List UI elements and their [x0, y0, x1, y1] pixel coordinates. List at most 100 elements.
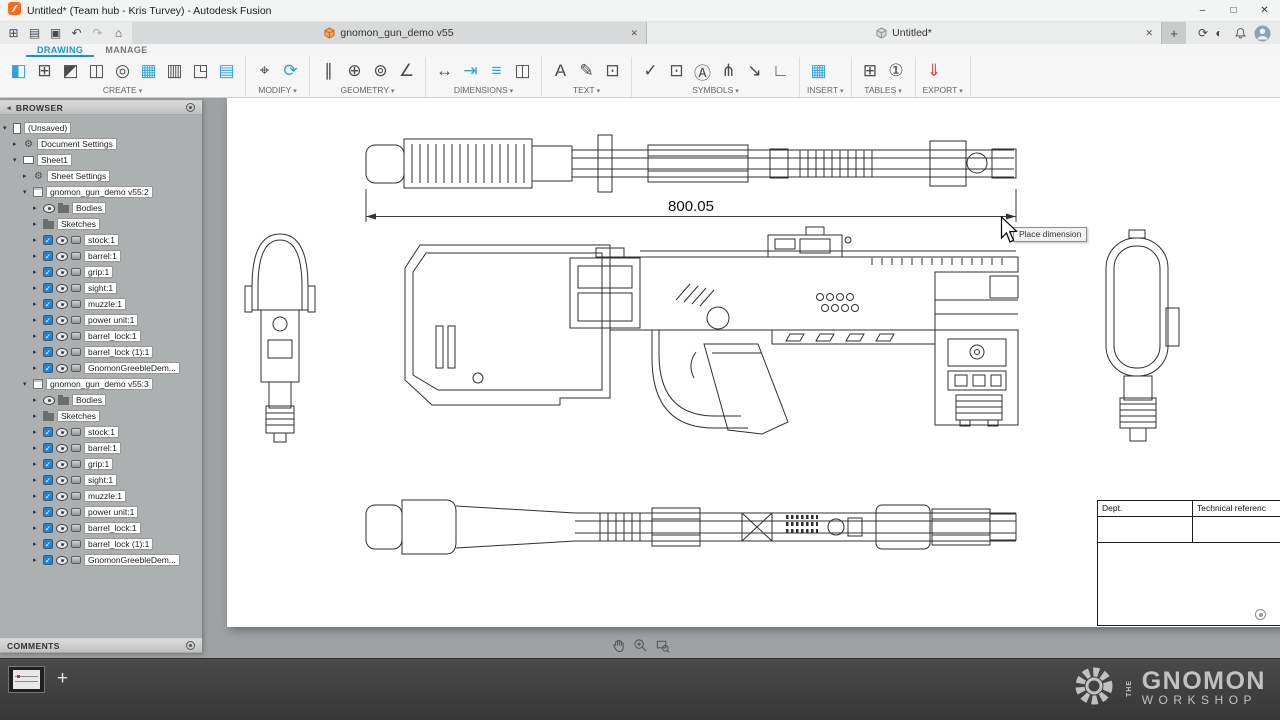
tab-close-icon[interactable]: ✕ — [630, 28, 638, 39]
eye-icon[interactable] — [56, 556, 68, 565]
eye-icon[interactable] — [56, 428, 68, 437]
tree-expand-icon[interactable]: ▸ — [33, 476, 40, 484]
rotate-icon[interactable]: ⟳ — [279, 59, 302, 83]
move-icon[interactable]: ⌖ — [253, 59, 276, 83]
taper-icon[interactable]: ↘ — [743, 59, 766, 83]
notifications-bell-icon[interactable] — [1234, 27, 1247, 40]
tree-item-label[interactable]: Sheet Settings — [47, 170, 110, 182]
balloon-icon[interactable]: ① — [885, 59, 908, 83]
minimize-button[interactable]: – — [1187, 0, 1218, 21]
tree-item[interactable]: ▸✓GnomonGreebleDem... — [0, 360, 202, 376]
tree-item-label[interactable]: Document Settings — [37, 138, 117, 150]
eye-icon[interactable] — [56, 300, 68, 309]
centerline-icon[interactable]: ∥ — [317, 59, 340, 83]
tree-item-label[interactable]: gnomon_gun_demo v55:2 — [46, 186, 153, 198]
visibility-checkbox[interactable]: ✓ — [43, 427, 53, 437]
doc-tab-gnomon-gun-demo[interactable]: gnomon_gun_demo v55 ✕ — [132, 22, 647, 44]
eye-icon[interactable] — [56, 364, 68, 373]
auxiliary-view-icon[interactable]: ◩ — [59, 59, 82, 83]
eye-icon[interactable] — [56, 492, 68, 501]
tab-manage[interactable]: MANAGE — [94, 44, 158, 57]
tree-item-label[interactable]: barrel:1 — [84, 442, 121, 454]
tab-drawing[interactable]: DRAWING — [26, 44, 94, 57]
tree-item-label[interactable]: GnomonGreebleDem... — [84, 362, 180, 374]
visibility-checkbox[interactable]: ✓ — [43, 459, 53, 469]
tree-item-label[interactable]: Bodies — [72, 202, 106, 214]
tree-item-label[interactable]: barrel_lock:1 — [84, 522, 141, 534]
tree-expand-icon[interactable]: ▸ — [33, 348, 40, 356]
app-menu-icon[interactable]: ⊞ — [3, 24, 24, 42]
tree-item[interactable]: ▾gnomon_gun_demo v55:2 — [0, 184, 202, 200]
tree-item[interactable]: ▸✓stock:1 — [0, 232, 202, 248]
pan-icon[interactable] — [611, 638, 626, 653]
home-icon[interactable]: ⌂ — [108, 24, 129, 42]
tree-expand-icon[interactable]: ▸ — [33, 396, 40, 404]
ribbon-group-label[interactable]: MODIFY — [253, 85, 302, 96]
visibility-checkbox[interactable]: ✓ — [43, 555, 53, 565]
eye-icon[interactable] — [56, 348, 68, 357]
visibility-checkbox[interactable]: ✓ — [43, 539, 53, 549]
new-tab-button[interactable]: + — [1162, 22, 1186, 44]
tree-expand-icon[interactable]: ▸ — [33, 412, 40, 420]
zoom-icon[interactable] — [633, 638, 648, 653]
visibility-checkbox[interactable]: ✓ — [43, 347, 53, 357]
tree-item[interactable]: ▸✓power unit:1 — [0, 312, 202, 328]
base-view-icon[interactable]: ◧ — [7, 59, 30, 83]
tree-item-label[interactable]: barrel_lock (1):1 — [84, 538, 153, 550]
tree-item[interactable]: ▸✓barrel_lock:1 — [0, 520, 202, 536]
tree-item[interactable]: ▸Sketches — [0, 408, 202, 424]
center-mark-icon[interactable]: ⊕ — [343, 59, 366, 83]
frame-text-icon[interactable]: ⊡ — [601, 59, 624, 83]
eye-icon[interactable] — [56, 284, 68, 293]
eye-icon[interactable] — [56, 540, 68, 549]
tree-expand-icon[interactable]: ▸ — [33, 252, 40, 260]
user-avatar[interactable] — [1254, 25, 1271, 42]
tree-item[interactable]: ▸✓sight:1 — [0, 280, 202, 296]
eye-icon[interactable] — [56, 460, 68, 469]
eye-icon[interactable] — [56, 268, 68, 277]
tree-item[interactable]: ▸⚙Sheet Settings — [0, 168, 202, 184]
job-status-icon[interactable]: ⟳ — [1195, 26, 1211, 40]
visibility-checkbox[interactable]: ✓ — [43, 267, 53, 277]
text-icon[interactable]: A — [549, 59, 572, 83]
tree-expand-icon[interactable]: ▸ — [33, 492, 40, 500]
eye-icon[interactable] — [56, 476, 68, 485]
tree-expand-icon[interactable]: ▸ — [33, 268, 40, 276]
tree-item-label[interactable]: sight:1 — [84, 282, 117, 294]
section-view-icon[interactable]: ◫ — [85, 59, 108, 83]
tree-item[interactable]: ▸✓muzzle:1 — [0, 296, 202, 312]
tree-expand-icon[interactable]: ▾ — [13, 156, 20, 164]
tree-item[interactable]: ▸✓GnomonGreebleDem... — [0, 552, 202, 568]
ordinate-dimension-icon[interactable]: ⇥ — [459, 59, 482, 83]
datum-identifier-icon[interactable]: Ⓐ — [691, 59, 714, 83]
tree-item-label[interactable]: power unit:1 — [84, 314, 138, 326]
extensions-icon[interactable]: ◐ — [1211, 26, 1227, 40]
zoom-window-icon[interactable] — [655, 638, 670, 653]
table-icon[interactable]: ⊞ — [859, 59, 882, 83]
tree-expand-icon[interactable]: ▸ — [33, 332, 40, 340]
leader-text-icon[interactable]: ✎ — [575, 59, 598, 83]
insert-image-icon[interactable]: ▦ — [807, 59, 830, 83]
tree-item[interactable]: ▾Sheet1 — [0, 152, 202, 168]
tree-item-label[interactable]: stock:1 — [84, 234, 119, 246]
exploded-view-icon[interactable]: ▦ — [137, 59, 160, 83]
bend-identifier-icon[interactable]: ∟ — [769, 59, 792, 83]
ribbon-group-label[interactable]: DIMENSIONS — [433, 85, 534, 96]
eye-icon[interactable] — [56, 236, 68, 245]
tab-close-icon[interactable]: ✕ — [1145, 28, 1153, 39]
tree-item-label[interactable]: GnomonGreebleDem... — [84, 554, 180, 566]
tree-expand-icon[interactable]: ▸ — [33, 316, 40, 324]
tree-expand-icon[interactable]: ▸ — [33, 204, 40, 212]
browser-header[interactable]: ◂ BROWSER — [0, 100, 202, 115]
crop-view-icon[interactable]: ◳ — [189, 59, 212, 83]
eye-icon[interactable] — [56, 316, 68, 325]
eye-icon[interactable] — [56, 332, 68, 341]
visibility-checkbox[interactable]: ✓ — [43, 331, 53, 341]
tree-item[interactable]: ▸✓power unit:1 — [0, 504, 202, 520]
visibility-checkbox[interactable]: ✓ — [43, 299, 53, 309]
tree-item-label[interactable]: Bodies — [72, 394, 106, 406]
redo-icon[interactable]: ↷ — [87, 24, 108, 42]
tree-expand-icon[interactable]: ▸ — [33, 220, 40, 228]
eye-icon[interactable] — [43, 396, 55, 405]
eye-icon[interactable] — [56, 508, 68, 517]
